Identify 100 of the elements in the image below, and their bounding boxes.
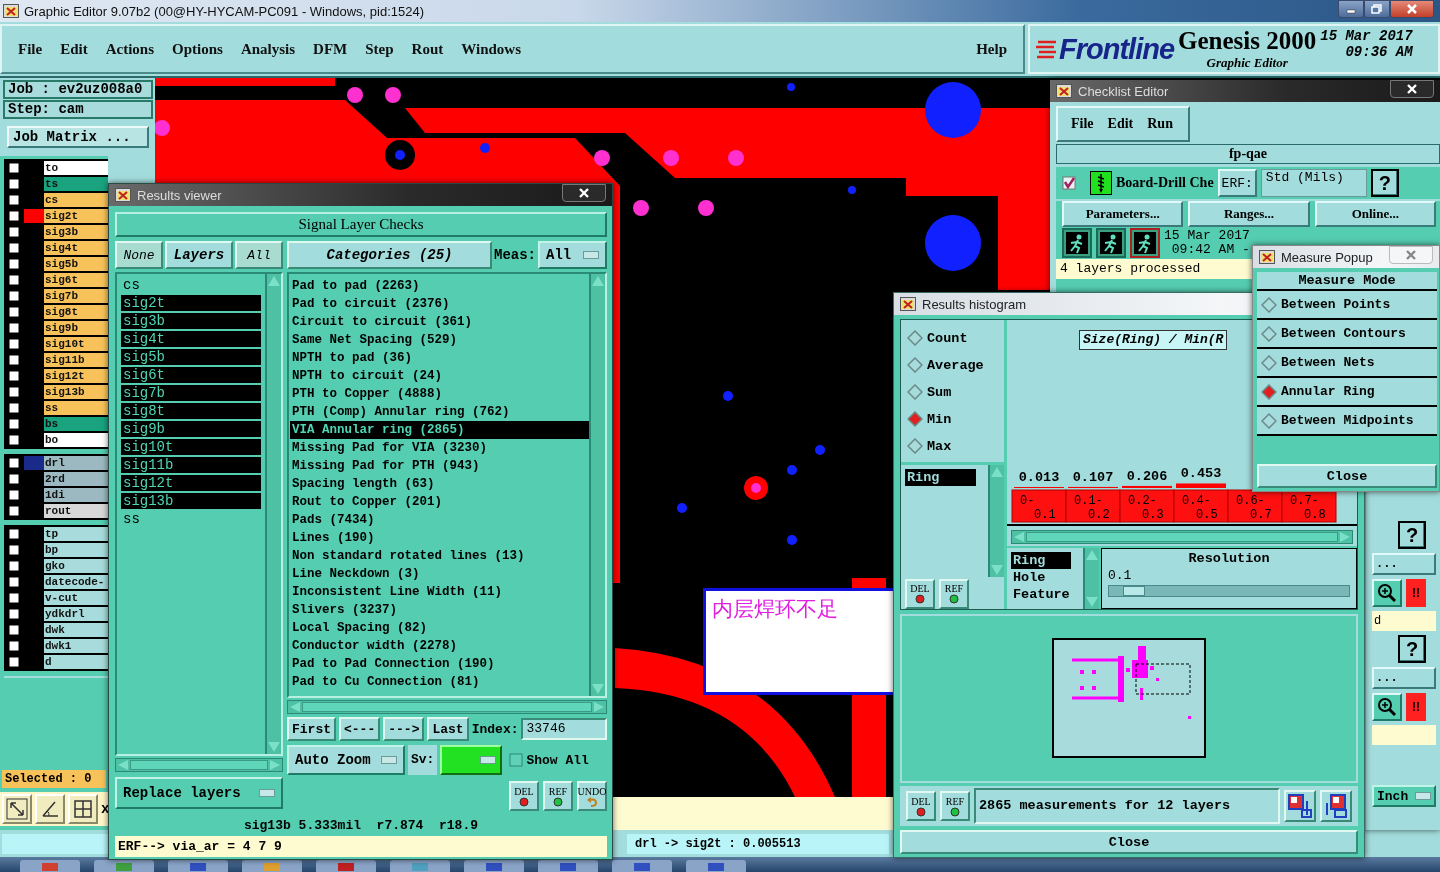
layer-name[interactable]: bp	[44, 543, 108, 557]
replace-dropdown[interactable]: Replace layers	[115, 777, 283, 809]
layer-name[interactable]: v-cut	[44, 591, 108, 605]
action-button[interactable]: Ranges...	[1188, 201, 1310, 227]
menu-item[interactable]: Edit	[60, 40, 88, 58]
layer-name[interactable]: sig12t	[44, 369, 108, 383]
list-item[interactable]: Pad to circuit (2376)	[290, 295, 589, 313]
layer-name[interactable]: sig5b	[44, 257, 108, 271]
category-cell[interactable]: 0.6-0.7	[1227, 489, 1283, 523]
list-item[interactable]: Same Net Spacing (529)	[290, 331, 589, 349]
menu-item[interactable]: Rout	[411, 40, 444, 58]
menu-item[interactable]: Windows	[461, 40, 521, 58]
nav-button[interactable]: <---	[339, 717, 381, 741]
list-item[interactable]: Missing Pad for PTH (943)	[290, 457, 589, 475]
category-cell[interactable]: 0.2-0.3	[1119, 489, 1175, 523]
layer-name[interactable]: sig8t	[44, 305, 108, 319]
list-item[interactable]: Ring	[1011, 551, 1071, 569]
layer-name[interactable]: cs	[44, 193, 108, 207]
nav-button[interactable]: First	[287, 717, 336, 741]
alert-button[interactable]: !!	[1406, 579, 1426, 607]
list-item[interactable]: VIA Annular ring (2865)	[290, 421, 589, 439]
job-matrix-button[interactable]: Job Matrix ...	[7, 126, 149, 148]
action-button[interactable]: Online...	[1314, 201, 1436, 227]
list-item[interactable]: sig11b	[121, 457, 261, 475]
list-item[interactable]: Hole	[1011, 568, 1079, 586]
mode-option[interactable]: Annular Ring	[1257, 376, 1437, 405]
list-item[interactable]: Inconsistent Line Width (11)	[290, 583, 589, 601]
list-item[interactable]: Conductor width (2278)	[290, 637, 589, 655]
zoom-dropdown[interactable]: Auto Zoom	[287, 745, 405, 775]
menu-item[interactable]: Actions	[105, 40, 154, 58]
category-cell[interactable]: 0-0.1	[1011, 489, 1067, 523]
list-item[interactable]: Slivers (3237)	[290, 601, 589, 619]
list-item[interactable]: Spacing length (63)	[290, 475, 589, 493]
list-item[interactable]: sig9b	[121, 421, 261, 439]
layer-name[interactable]: d	[44, 655, 108, 669]
layer-name[interactable]: tp	[44, 527, 108, 541]
mode-option[interactable]: Between Midpoints	[1257, 405, 1437, 434]
layer-name[interactable]: bs	[44, 417, 108, 431]
list-item[interactable]: Circuit to circuit (361)	[290, 313, 589, 331]
erf-button[interactable]: ERF:	[1217, 169, 1257, 197]
list-item[interactable]: Missing Pad for VIA (3230)	[290, 439, 589, 457]
menu-item[interactable]: Analysis	[240, 40, 296, 58]
list-item[interactable]: Local Spacing (82)	[290, 619, 589, 637]
tool-button[interactable]: REF	[543, 781, 573, 811]
layer-name[interactable]: sig4t	[44, 241, 108, 255]
layer-name[interactable]: sig13b	[44, 385, 108, 399]
layer-name[interactable]: sig9b	[44, 321, 108, 335]
layer-name[interactable]: drl	[44, 456, 108, 470]
list-item[interactable]: sig10t	[121, 439, 261, 457]
mode-option[interactable]: Between Points	[1257, 289, 1437, 318]
list-item[interactable]: sig13b	[121, 493, 261, 511]
layer-name[interactable]: 2rd	[44, 472, 108, 486]
list-item[interactable]: Rout to Copper (201)	[290, 493, 589, 511]
layer-name[interactable]: sig2t	[44, 209, 108, 223]
layer-name[interactable]: sig10t	[44, 337, 108, 351]
list-item[interactable]: PTH (Comp) Annular ring (762)	[290, 403, 589, 421]
list-item[interactable]: NPTH to pad (36)	[290, 349, 589, 367]
tool-button[interactable]: REF	[940, 791, 970, 822]
options-button[interactable]: ...	[1372, 667, 1436, 689]
category-cell[interactable]: 0.4-0.5	[1173, 489, 1229, 523]
list-item[interactable]: sig7b	[121, 385, 261, 403]
list-item[interactable]: ss	[121, 511, 261, 529]
filter-button[interactable]: None	[115, 241, 163, 269]
layer-name[interactable]: to	[44, 161, 108, 175]
layer-name[interactable]: dwk	[44, 623, 108, 637]
layer-name[interactable]: rout	[44, 504, 108, 518]
close-button[interactable]: Close	[1257, 464, 1437, 488]
layer-name[interactable]: sig6t	[44, 273, 108, 287]
mode-option[interactable]: Between Nets	[1257, 347, 1437, 376]
layer-name[interactable]: sig3b	[44, 225, 108, 239]
layer-name[interactable]: bo	[44, 433, 108, 447]
menu-item[interactable]: DFM	[313, 40, 348, 58]
menu-item[interactable]: Options	[172, 40, 223, 58]
category-cell[interactable]: 0.1-0.2	[1065, 489, 1121, 523]
list-item[interactable]: sig4t	[121, 331, 261, 349]
list-item[interactable]: Line Neckdown (3)	[290, 565, 589, 583]
list-item[interactable]: sig6t	[121, 367, 261, 385]
tool-button[interactable]: DEL	[906, 791, 936, 822]
layer-name[interactable]: dwk1	[44, 639, 108, 653]
layer-name[interactable]: ydkdrl	[44, 607, 108, 621]
categories-header[interactable]: Categories (25)	[287, 241, 492, 269]
list-item[interactable]: Pad to Pad Connection (190)	[290, 655, 589, 673]
tool-button[interactable]: DEL	[905, 578, 935, 609]
erf-field[interactable]: Std (Mils)	[1260, 169, 1367, 197]
index-field[interactable]: 33746	[521, 718, 607, 740]
menu-item[interactable]: Help	[976, 40, 1007, 58]
layer-name[interactable]: gko	[44, 559, 108, 573]
layer-name[interactable]: ss	[44, 401, 108, 415]
help-button[interactable]: ?	[1398, 635, 1426, 663]
list-item[interactable]: cs	[121, 277, 261, 295]
filter-button[interactable]: Layers	[165, 241, 233, 269]
list-item[interactable]: Pad to Cu Connection (81)	[290, 673, 589, 691]
list-item[interactable]: Ring	[905, 469, 976, 486]
list-item[interactable]: sig3b	[121, 313, 261, 331]
units-dropdown[interactable]: Inch	[1372, 785, 1436, 807]
nav-button[interactable]: Last	[427, 717, 469, 741]
tool-button[interactable]: REF	[939, 578, 969, 609]
tool-button[interactable]: UNDO	[577, 781, 607, 811]
menu-item[interactable]: Step	[365, 40, 394, 58]
list-item[interactable]: sig12t	[121, 475, 261, 493]
